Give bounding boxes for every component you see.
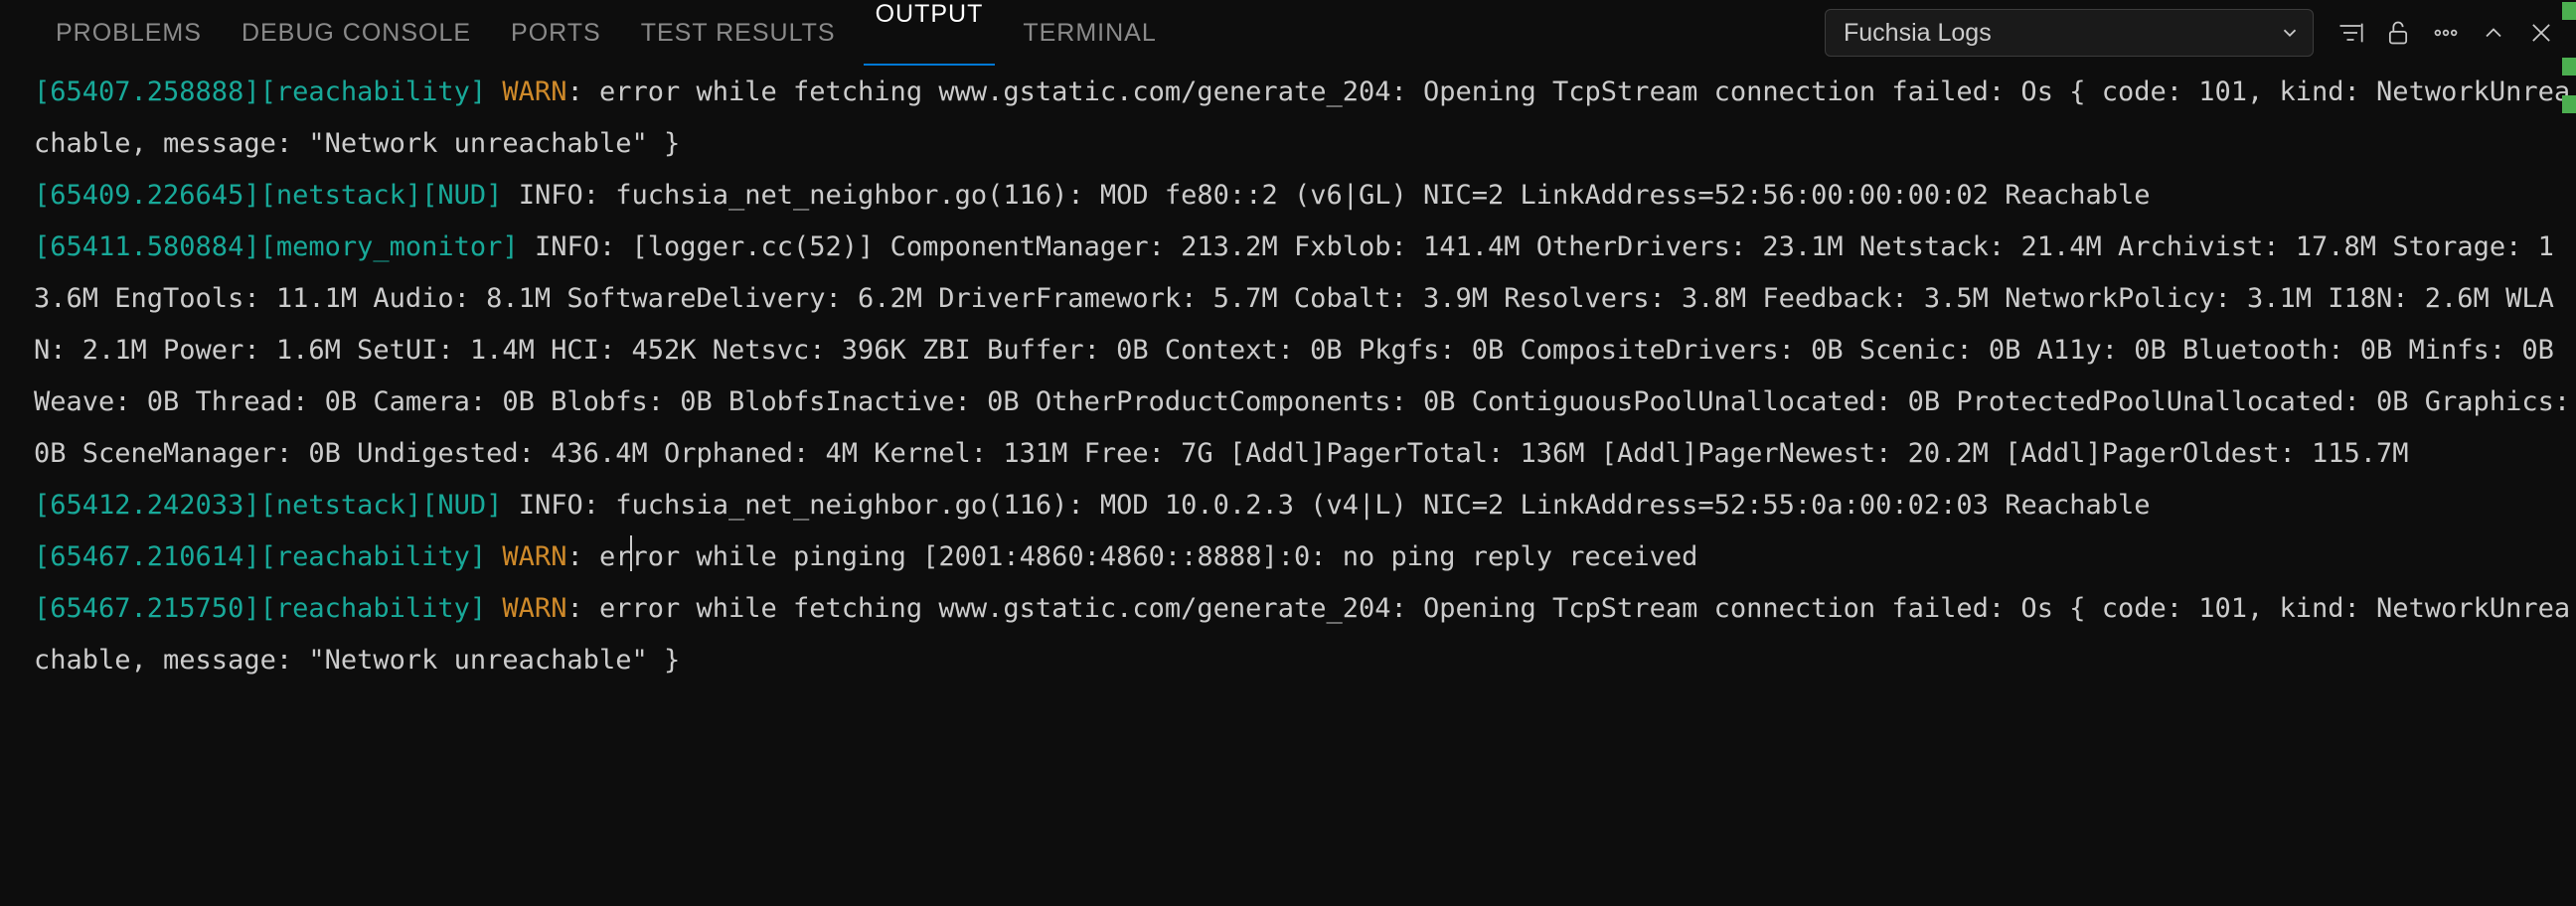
log-line: [65411.580884][memory_monitor] INFO: [lo… <box>34 231 2576 469</box>
log-level-info: INFO <box>519 490 583 521</box>
log-line: [65412.242033][netstack][NUD] INFO: fuch… <box>34 490 2151 521</box>
scroll-overview-ruler <box>2562 0 2576 906</box>
log-line: [65409.226645][netstack][NUD] INFO: fuch… <box>34 180 2151 211</box>
log-tag: [netstack][NUD] <box>260 490 503 521</box>
tab-label: PORTS <box>511 19 601 48</box>
lock-open-icon[interactable] <box>2375 10 2421 56</box>
log-message: ror while pinging [2001:4860:4860::8888]… <box>631 541 1697 572</box>
scroll-mark <box>2562 95 2576 113</box>
more-actions-icon[interactable] <box>2423 10 2469 56</box>
log-tag: [reachability] <box>260 76 487 107</box>
tab-debug-console[interactable]: DEBUG CONSOLE <box>222 0 491 66</box>
tab-label: OUTPUT <box>876 0 984 29</box>
active-tab-underline <box>864 64 996 66</box>
tab-terminal[interactable]: TERMINAL <box>1003 0 1176 66</box>
log-timestamp: [65467.215750] <box>34 593 260 624</box>
log-level-info: INFO <box>535 231 599 262</box>
filter-icon[interactable] <box>2328 10 2373 56</box>
tab-label: TEST RESULTS <box>641 19 836 48</box>
tab-ports[interactable]: PORTS <box>491 0 621 66</box>
log-line: [65467.215750][reachability] WARN: error… <box>34 593 2570 676</box>
log-level-warn: WARN <box>502 76 566 107</box>
log-timestamp: [65467.210614] <box>34 541 260 572</box>
close-panel-icon[interactable] <box>2518 10 2564 56</box>
scroll-mark <box>2562 58 2576 76</box>
tab-test-results[interactable]: TEST RESULTS <box>621 0 856 66</box>
tab-output[interactable]: OUTPUT <box>856 0 1004 66</box>
log-timestamp: [65411.580884] <box>34 231 260 262</box>
dropdown-selected-label: Fuchsia Logs <box>1844 19 1992 48</box>
log-tag: [memory_monitor] <box>260 231 519 262</box>
log-line: [65467.210614][reachability] WARN: error… <box>34 541 1697 572</box>
log-tag: [netstack][NUD] <box>260 180 503 211</box>
tab-label: DEBUG CONSOLE <box>242 19 471 48</box>
log-level-warn: WARN <box>502 593 566 624</box>
log-message: : fuchsia_net_neighbor.go(116): MOD fe80… <box>583 180 2151 211</box>
panel-tabs: PROBLEMS DEBUG CONSOLE PORTS TEST RESULT… <box>0 0 1177 66</box>
log-tag: [reachability] <box>260 593 487 624</box>
scrollbar[interactable] <box>2562 0 2576 906</box>
output-channel-dropdown[interactable]: Fuchsia Logs <box>1825 9 2314 57</box>
log-message: : fuchsia_net_neighbor.go(116): MOD 10.0… <box>583 490 2151 521</box>
output-log-area[interactable]: [65407.258888][reachability] WARN: error… <box>0 67 2576 686</box>
panel-actions <box>2328 10 2564 56</box>
scroll-mark <box>2562 2 2576 20</box>
log-message: : [logger.cc(52)] ComponentManager: 213.… <box>34 231 2576 469</box>
log-level-warn: WARN <box>502 541 566 572</box>
chevron-down-icon <box>2279 22 2301 44</box>
log-timestamp: [65412.242033] <box>34 490 260 521</box>
tab-label: PROBLEMS <box>56 19 202 48</box>
log-tag: [reachability] <box>260 541 487 572</box>
tab-label: TERMINAL <box>1023 19 1156 48</box>
log-line: [65407.258888][reachability] WARN: error… <box>34 76 2570 159</box>
log-timestamp: [65409.226645] <box>34 180 260 211</box>
panel-tabbar: PROBLEMS DEBUG CONSOLE PORTS TEST RESULT… <box>0 0 2576 67</box>
log-timestamp: [65407.258888] <box>34 76 260 107</box>
log-level-info: INFO <box>519 180 583 211</box>
tab-problems[interactable]: PROBLEMS <box>36 0 222 66</box>
log-message: : er <box>566 541 631 572</box>
chevron-up-icon[interactable] <box>2471 10 2516 56</box>
